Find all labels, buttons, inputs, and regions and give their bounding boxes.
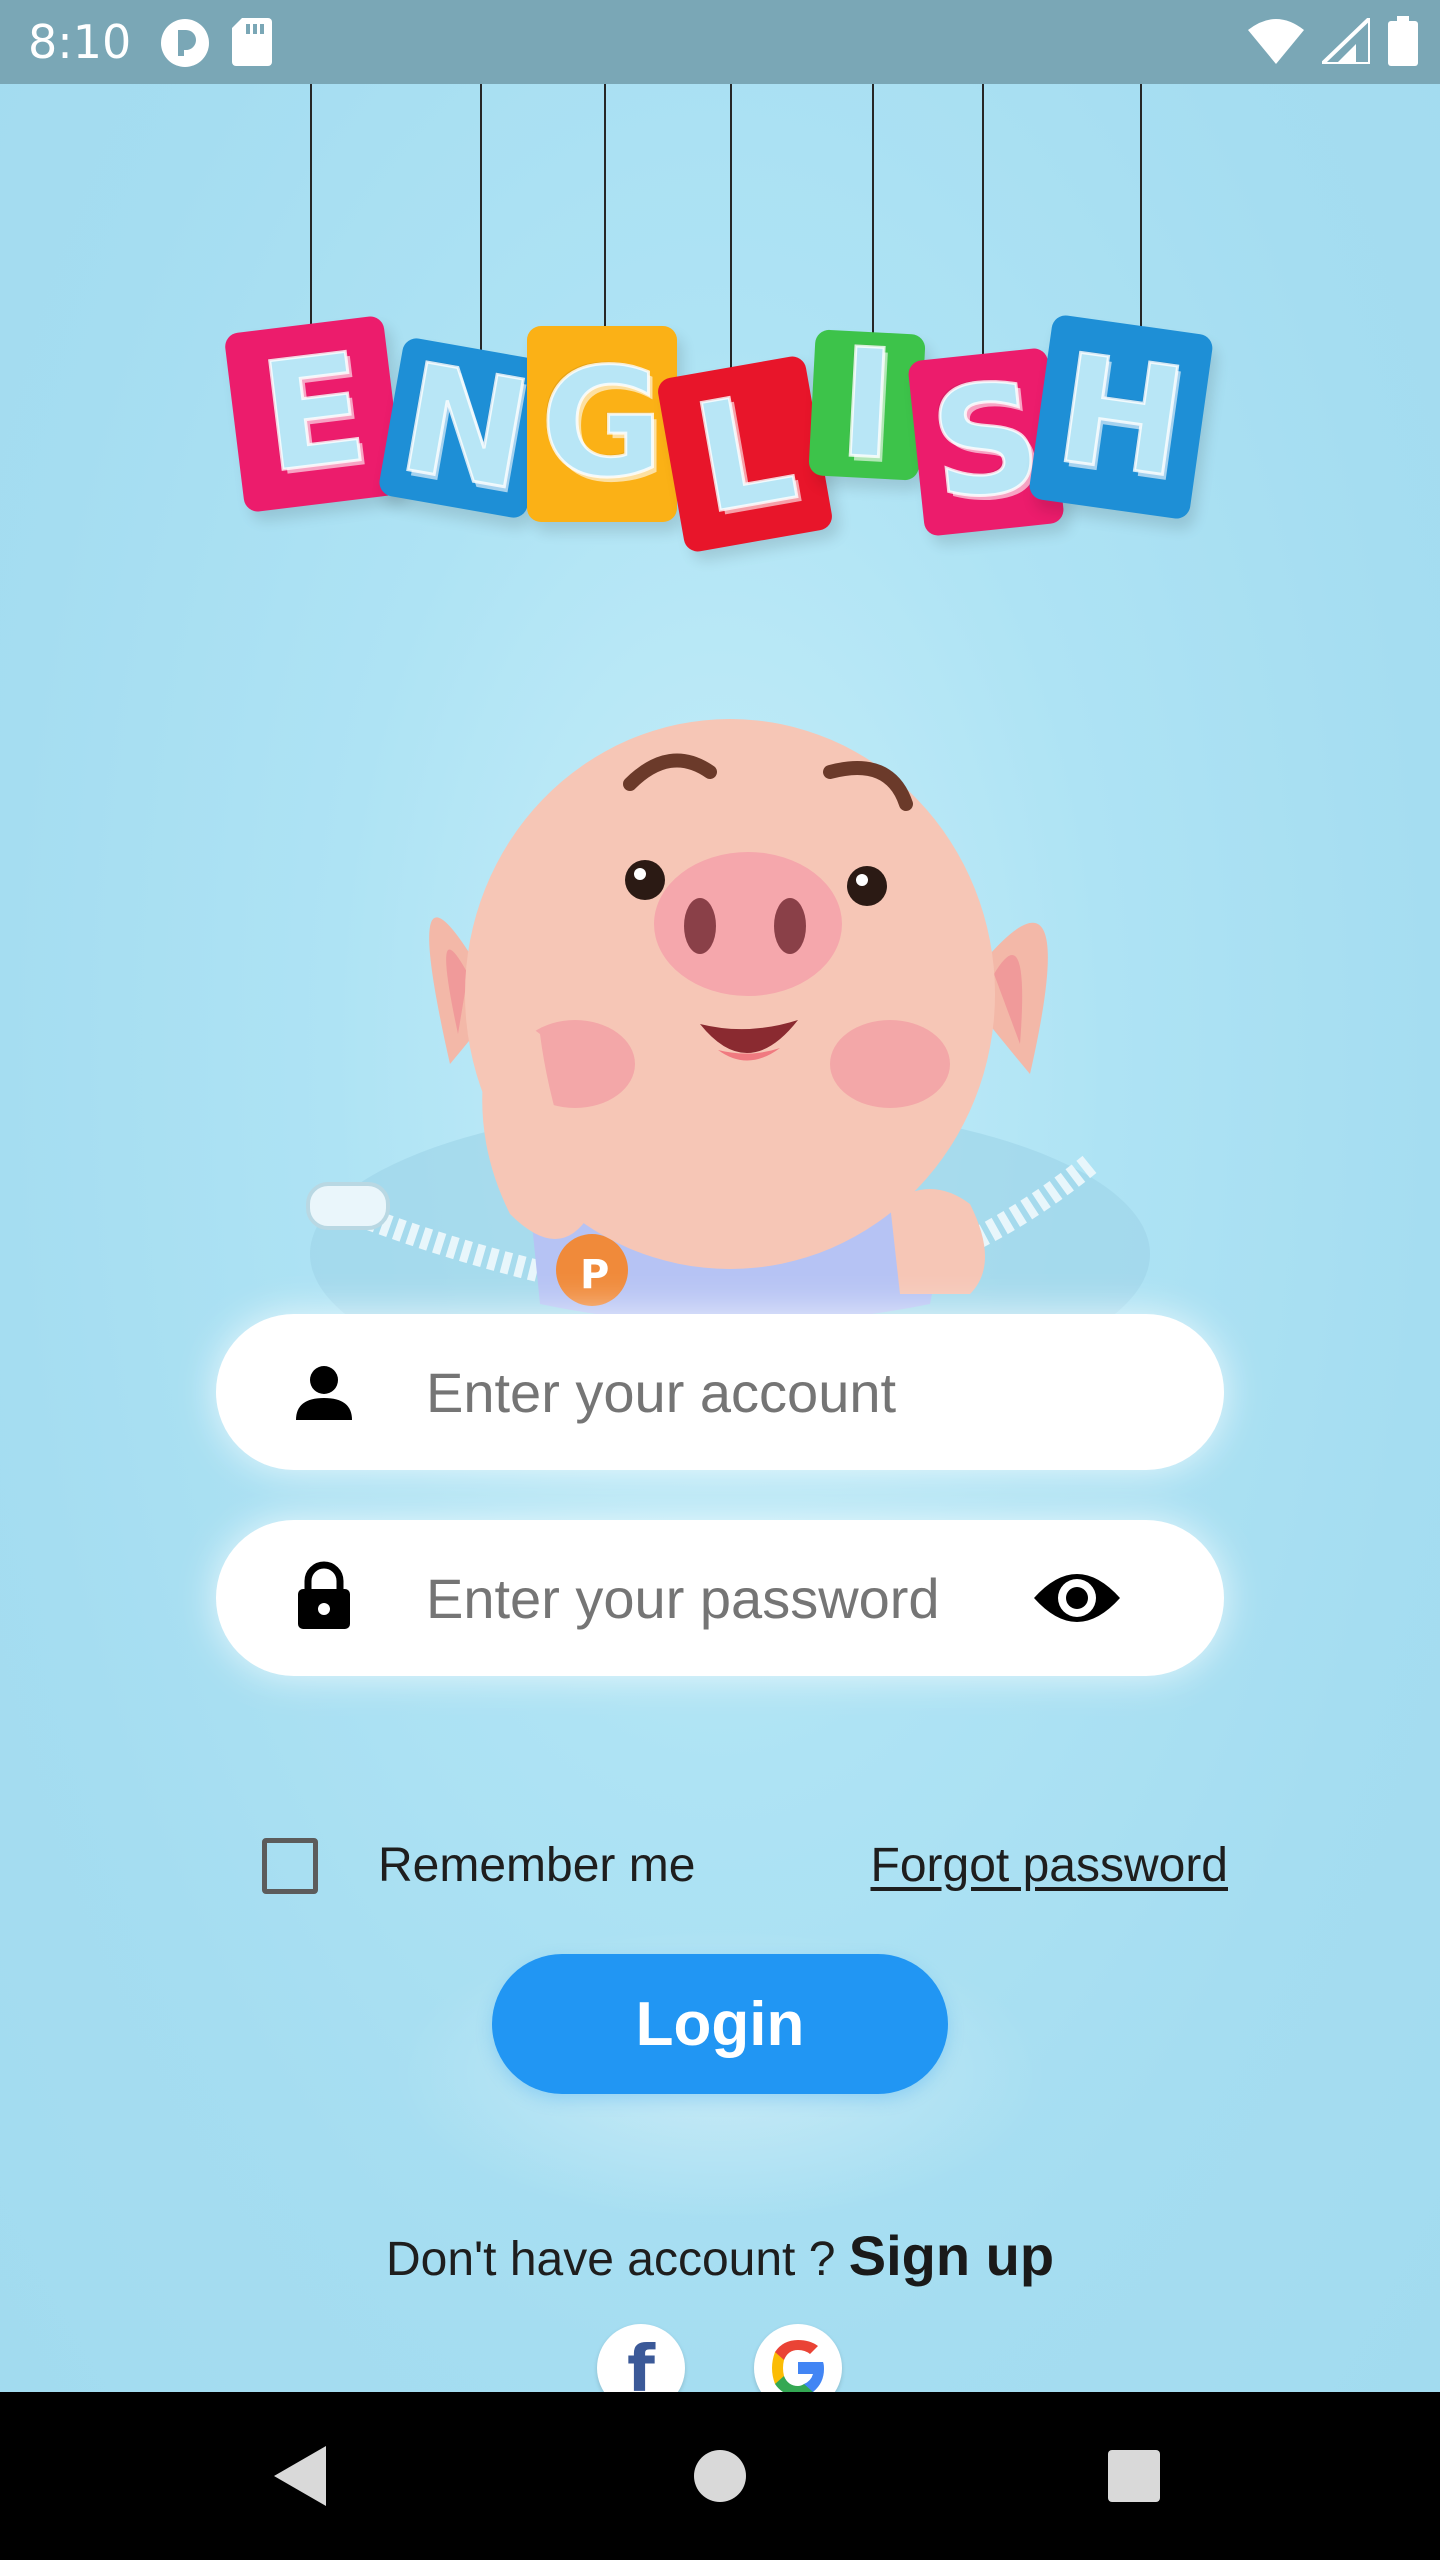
recents-icon[interactable] (1094, 2436, 1174, 2516)
lock-icon (298, 1561, 350, 1629)
hanging-string (1140, 84, 1142, 330)
account-field[interactable] (216, 1314, 1224, 1470)
background-scene: E N G L I S H P Enter your account Remem… (0, 84, 1440, 2392)
svg-text:P: P (580, 1252, 609, 1298)
login-button[interactable]: Login (492, 1954, 948, 2094)
status-left-icons (160, 18, 272, 68)
banner-letter: G (539, 336, 665, 513)
banner-letter: E (251, 320, 377, 508)
home-icon[interactable] (680, 2436, 760, 2516)
back-icon[interactable] (260, 2436, 340, 2516)
hanging-string (310, 84, 312, 350)
banner-letter: I (833, 315, 901, 495)
wifi-icon (1248, 19, 1304, 64)
app-notification-icon (161, 19, 209, 67)
banner-letter: N (387, 330, 544, 526)
person-icon (296, 1366, 352, 1420)
signup-row: Don't have account ? Sign up (0, 2224, 1440, 2292)
remember-me-label: Remember me (378, 1839, 696, 1892)
password-field[interactable] (216, 1520, 1224, 1676)
hanging-string (604, 84, 606, 330)
status-bar: 8:10 (0, 0, 1440, 84)
password-input[interactable] (426, 1548, 986, 1648)
banner-letter: L (681, 359, 808, 550)
google-login-button[interactable] (754, 2324, 842, 2392)
hanging-string (730, 84, 732, 370)
signup-prompt: Don't have account ? (385, 2233, 849, 2286)
banner-tile: H (1027, 313, 1215, 521)
hanging-string (480, 84, 482, 360)
facebook-login-button[interactable]: f (597, 2324, 685, 2392)
banner-tile: L (655, 354, 835, 554)
status-time: 8:10 (28, 15, 132, 69)
banner-letter: S (922, 348, 1051, 535)
banner-tile: E (223, 314, 405, 514)
piglet-illustration: P (306, 719, 1150, 1384)
banner-tile: G (527, 326, 677, 522)
banner-tile: I (808, 315, 926, 495)
cellular-signal-icon (1322, 18, 1370, 64)
forgot-password-link[interactable]: Forgot password (871, 1838, 1229, 1894)
remember-me-checkbox[interactable] (262, 1838, 318, 1894)
banner-letter: H (1045, 321, 1197, 514)
sd-card-icon (232, 18, 272, 66)
google-icon (772, 2340, 824, 2392)
hanging-string (982, 84, 984, 360)
facebook-icon: f (627, 2333, 655, 2392)
status-right-icons (1248, 16, 1418, 66)
battery-icon (1388, 16, 1418, 66)
account-input[interactable] (426, 1342, 1126, 1442)
signup-link[interactable]: Sign up (849, 2224, 1054, 2287)
hanging-string (872, 84, 874, 340)
eye-icon[interactable] (1032, 1564, 1122, 1632)
navigation-bar (0, 2392, 1440, 2560)
